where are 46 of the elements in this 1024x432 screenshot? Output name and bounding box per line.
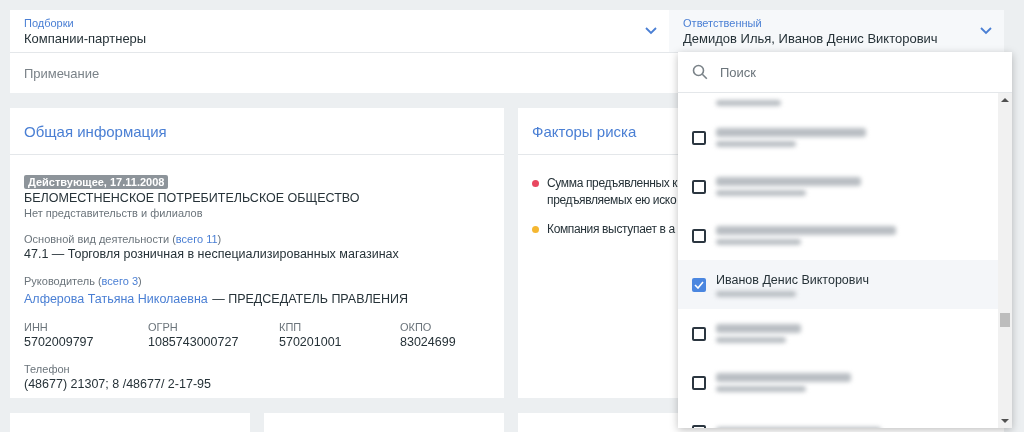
field-label: Руководитель ( (24, 275, 102, 287)
checkbox[interactable] (692, 277, 706, 292)
field-value: Демидов Илья, Иванов Денис Викторович (683, 30, 938, 46)
chevron-down-icon (980, 27, 992, 35)
phone-value: (48677) 21307; 8 /48677/ 2-17-95 (24, 377, 212, 391)
status-badge: Действующее, 17.11.2008 (24, 175, 169, 189)
company-name: БЕЛОМЕСТНЕНСКОЕ ПОТРЕБИТЕЛЬСКОЕ ОБЩЕСТВО (24, 191, 361, 205)
branches-text: Нет представительств и филиалов (24, 207, 204, 219)
chevron-down-icon (645, 27, 658, 35)
scroll-thumb[interactable] (1000, 313, 1010, 327)
activity-value: 47.1 — Торговля розничная в неспециализированных магазинах (24, 247, 400, 261)
person-name: Иванов Денис Викторович (716, 272, 869, 287)
card-title: Факторы риска (532, 122, 637, 140)
field-label: Ответственный (683, 16, 763, 29)
checkbox[interactable] (692, 228, 706, 243)
risk-text: Сумма предъявленных к предъявляемых ею иско (547, 175, 678, 209)
field-value: 5702009797 (24, 335, 95, 349)
person-link[interactable]: Алферова Татьяна Николаевна (24, 292, 208, 306)
paren-text: ) (217, 233, 222, 245)
position-text: — ПРЕДСЕДАТЕЛЬ ПРАВЛЕНИЯ (212, 292, 408, 306)
field-value: Компании-партнеры (24, 30, 147, 46)
card-title: Общая информация (24, 122, 167, 140)
field-label: Основной вид деятельности ( (24, 233, 176, 245)
field-label: ИНН (24, 321, 49, 333)
checkbox[interactable] (692, 179, 706, 194)
field-label: ОКПО (400, 321, 433, 333)
redacted-text (716, 337, 786, 343)
checkbox[interactable] (692, 130, 706, 145)
field-value: 570201001 (279, 335, 343, 349)
checkbox[interactable] (692, 375, 706, 390)
field-label: Подборки (24, 16, 75, 29)
count-link[interactable]: всего 3 (101, 275, 138, 287)
field-value: 83024699 (400, 335, 457, 349)
redacted-text (716, 100, 781, 106)
search-field[interactable]: Поиск (678, 52, 1012, 93)
field-label: КПП (279, 321, 303, 333)
field-label: ОГРН (148, 321, 179, 333)
responsible-dropdown[interactable]: Ответственный Демидов Илья, Иванов Денис Викторович (669, 10, 1004, 52)
paren-text: ) (138, 275, 142, 287)
field-value: 1085743000727 (148, 335, 240, 349)
field-label: Телефон (24, 363, 71, 375)
risk-text: Компания выступает в а (547, 221, 675, 238)
checkbox[interactable] (692, 326, 706, 341)
search-icon (692, 64, 708, 80)
check-icon (694, 280, 704, 289)
scrollbar[interactable] (998, 93, 1012, 428)
